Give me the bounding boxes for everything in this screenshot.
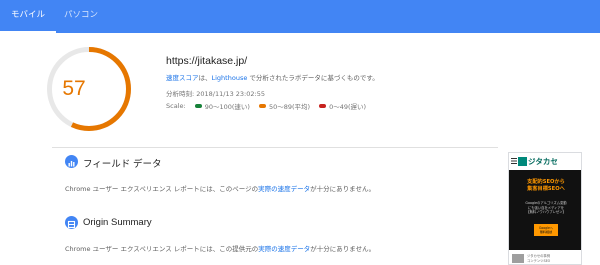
field-data-text-pre: Chrome ユーザー エクスペリエンス レポートには、このページの <box>65 185 259 193</box>
scale-label-average: 50～89(平均) <box>268 103 311 111</box>
preview-line-3: 【無料ノウハウプレゼン】 <box>526 210 566 215</box>
origin-summary-link[interactable]: 実際の速度データ <box>258 245 310 253</box>
preview-foot-2: コンテンツSEO <box>527 258 551 263</box>
active-tab-indicator <box>0 31 56 33</box>
preview-line-2: にも強い自社メディアを <box>527 205 565 210</box>
score-description: 速度スコアは、Lighthouse で分析されたラボデータに基づくものです。 <box>166 72 379 82</box>
origin-summary-title: Origin Summary <box>83 217 152 228</box>
scale-dot-red <box>319 104 327 108</box>
preview-logo-text: ジタカセ <box>528 157 558 166</box>
logo-mark-icon <box>518 157 527 166</box>
page-screenshot-preview: ジタカセ 支配的SEOから 集客目標SEOへ Googleのアルゴリズム変動 にも強… <box>508 152 582 265</box>
scale-dot-green <box>194 104 202 108</box>
scale-label-fast: 90～100(速い) <box>204 103 250 111</box>
field-data-title: フィールド データ <box>83 159 162 170</box>
page-url: https://jitakase.jp/ <box>166 55 248 67</box>
field-data-text-post: が十分にありません。 <box>310 185 375 193</box>
preview-cta-1: Googleへ <box>538 225 553 230</box>
scale-item-average: 50～89(平均) <box>258 101 311 111</box>
field-data-link[interactable]: 実際の速度データ <box>258 185 310 193</box>
desc-end-text: で分析されたラボデータに基づくものです。 <box>247 74 379 82</box>
preview-logo: ジタカセ <box>518 156 558 167</box>
scale-dot-orange <box>258 104 266 108</box>
preview-headline: 支配的SEOから 集客目標SEOへ <box>509 179 581 193</box>
preview-thumbnail <box>512 254 524 263</box>
field-data-text: Chrome ユーザー エクスペリエンス レポートには、このページの実際の速度デ… <box>65 183 375 193</box>
lighthouse-link[interactable]: Lighthouse <box>212 74 248 82</box>
bar-chart-icon <box>65 155 78 168</box>
preview-cta-button: Googleへ 無料相談 <box>534 224 558 236</box>
scale-item-fast: 90～100(速い) <box>194 101 250 111</box>
origin-summary-text-pre: Chrome ユーザー エクスペリエンス レポートには、この提供元の <box>65 245 259 253</box>
score-value: 57 <box>62 77 86 100</box>
menu-icon <box>511 158 517 164</box>
origin-summary-text: Chrome ユーザー エクスペリエンス レポートには、この提供元の実際の速度デ… <box>65 243 375 253</box>
tab-mobile[interactable]: モバイル <box>0 0 56 33</box>
score-scale: Scale: 90～100(速い) 50～89(平均) 0～49(遅い) <box>166 101 366 111</box>
preview-hero: 支配的SEOから 集客目標SEOへ Googleのアルゴリズム変動 にも強い自社メデ… <box>509 170 581 250</box>
origin-summary-text-post: が十分にありません。 <box>310 245 376 253</box>
preview-footer-text: ジタカセの事例 コンテンツSEO <box>527 254 550 263</box>
preview-headline-1: 支配的SEOから <box>527 179 565 185</box>
preview-headline-2: 集客目標SEOへ <box>527 186 565 192</box>
preview-foot-1: ジタカセの事例 <box>527 254 551 258</box>
tab-desktop[interactable]: パソコン <box>56 0 106 33</box>
domain-icon <box>65 216 78 229</box>
scale-label-slow: 0～49(遅い) <box>329 103 367 111</box>
preview-subtext: Googleのアルゴリズム変動 にも強い自社メディアを 【無料ノウハウプレゼン】 <box>509 201 581 215</box>
preview-cta-2: 無料相談 <box>539 230 553 234</box>
speed-score-link[interactable]: 速度スコア <box>166 74 199 82</box>
scale-item-slow: 0～49(遅い) <box>319 101 366 111</box>
section-divider <box>52 147 498 148</box>
tab-bar: モバイル パソコン <box>0 0 600 33</box>
preview-header: ジタカセ <box>509 153 581 170</box>
desc-mid-text: は、 <box>198 74 212 82</box>
preview-footer: ジタカセの事例 コンテンツSEO <box>509 250 581 264</box>
analysis-time: 分析時刻: 2018/11/13 23:02:55 <box>166 90 265 98</box>
scale-label: Scale: <box>166 102 186 110</box>
preview-line-1: Googleのアルゴリズム変動 <box>525 201 567 205</box>
